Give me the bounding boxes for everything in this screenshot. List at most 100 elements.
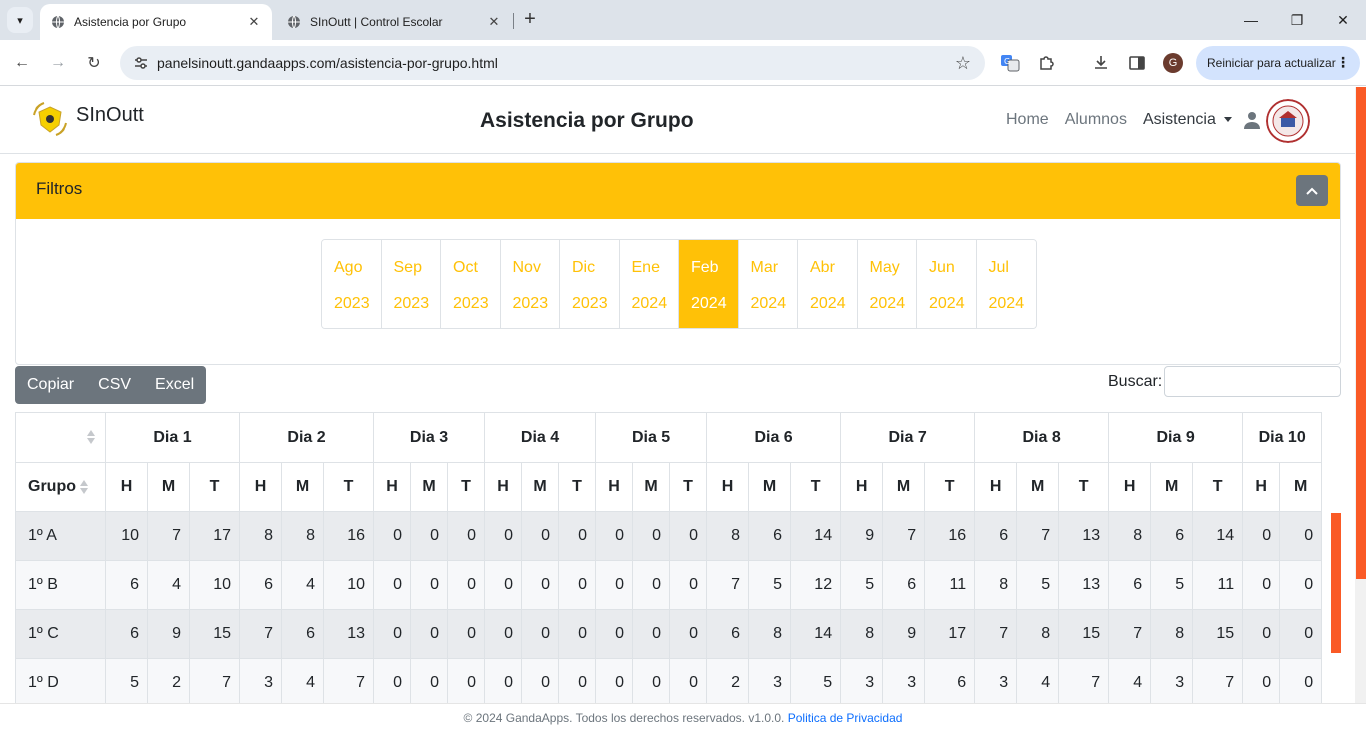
close-window-icon[interactable]: ✕: [1320, 0, 1366, 40]
value-cell: 6: [105, 609, 148, 659]
month-name: Sep: [393, 259, 422, 276]
value-cell: 9: [840, 511, 884, 561]
value-cell: 0: [595, 658, 634, 703]
value-cell: 0: [410, 658, 449, 703]
value-cell: 6: [924, 658, 976, 703]
sub-header: H: [373, 462, 412, 512]
minimize-icon[interactable]: —: [1228, 0, 1274, 40]
brand[interactable]: SInOutt: [30, 99, 144, 139]
value-cell: 0: [669, 658, 708, 703]
collapse-filters-button[interactable]: [1296, 175, 1328, 206]
download-icon[interactable]: [1090, 52, 1112, 74]
user-icon[interactable]: [1243, 111, 1261, 129]
value-cell: 0: [669, 511, 708, 561]
more-menu-icon[interactable]: ⋮: [1336, 54, 1350, 71]
value-cell: 3: [748, 658, 792, 703]
page-scrollbar-thumb[interactable]: [1356, 87, 1366, 579]
reload-icon[interactable]: ↻: [81, 50, 107, 76]
close-tab-icon[interactable]: ✕: [244, 12, 264, 32]
month-feb-2024[interactable]: Feb 2024: [679, 240, 739, 328]
school-seal-logo[interactable]: [1266, 99, 1310, 143]
month-year: 2024: [988, 295, 1025, 312]
nav-link-alumnos[interactable]: Alumnos: [1065, 111, 1127, 129]
search-input[interactable]: [1164, 366, 1341, 397]
close-tab-icon[interactable]: ✕: [484, 12, 504, 32]
value-cell: 13: [1058, 560, 1110, 610]
value-cell: 8: [1150, 609, 1194, 659]
value-cell: 8: [1016, 609, 1060, 659]
value-cell: 8: [974, 560, 1018, 610]
value-cell: 6: [706, 609, 750, 659]
month-name: Abr: [810, 259, 835, 276]
value-cell: 10: [323, 560, 375, 610]
month-name: Ene: [631, 259, 660, 276]
site-settings-icon[interactable]: [132, 54, 150, 72]
back-arrow-icon[interactable]: ←: [9, 50, 35, 76]
profile-avatar[interactable]: G: [1163, 53, 1183, 73]
header-blank[interactable]: [15, 412, 106, 463]
value-cell: 7: [974, 609, 1018, 659]
side-panel-icon[interactable]: [1126, 52, 1148, 74]
browser-tab-active[interactable]: Asistencia por Grupo ✕: [40, 4, 272, 40]
value-cell: 6: [105, 560, 148, 610]
csv-button[interactable]: CSV: [86, 376, 143, 394]
sub-header: H: [1108, 462, 1152, 512]
value-cell: 10: [188, 560, 241, 610]
value-cell: 15: [188, 609, 241, 659]
month-mar-2024[interactable]: Mar 2024: [738, 240, 798, 328]
nav-link-home[interactable]: Home: [1006, 111, 1049, 129]
globe-icon: [286, 14, 302, 30]
sub-header: M: [281, 462, 325, 512]
extensions-puzzle-icon[interactable]: [1036, 52, 1058, 74]
sub-header: M: [748, 462, 792, 512]
month-jun-2024[interactable]: Jun 2024: [917, 240, 977, 328]
month-abr-2024[interactable]: Abr 2024: [798, 240, 858, 328]
copy-button[interactable]: Copiar: [15, 376, 86, 394]
value-cell: 7: [1192, 658, 1244, 703]
month-jul-2024[interactable]: Jul 2024: [976, 240, 1036, 328]
search-label: Buscar:: [1108, 373, 1163, 390]
month-name: Ago: [334, 259, 363, 276]
sub-header: H: [484, 462, 523, 512]
month-year: 2023: [334, 295, 370, 312]
privacy-policy-link[interactable]: Politica de Privacidad: [788, 711, 903, 725]
new-tab-plus-icon[interactable]: +: [520, 9, 540, 30]
month-year: 2024: [810, 295, 846, 312]
value-cell: 4: [281, 658, 325, 703]
month-year: 2023: [393, 295, 430, 312]
month-oct-2023[interactable]: Oct 2023: [441, 240, 501, 328]
value-cell: 0: [632, 511, 671, 561]
value-cell: 0: [484, 609, 523, 659]
day-header: Dia 1: [104, 412, 241, 463]
table-scrollbar[interactable]: [1331, 513, 1341, 653]
forward-arrow-icon[interactable]: →: [45, 50, 71, 76]
value-cell: 0: [521, 609, 560, 659]
tab-search-chevron-icon[interactable]: ▾: [7, 7, 33, 33]
translate-icon[interactable]: G: [999, 52, 1021, 74]
update-button[interactable]: Reiniciar para actualizar ⋮: [1196, 46, 1360, 80]
bookmark-star-icon[interactable]: ☆: [955, 53, 971, 74]
month-name: Mar: [750, 259, 779, 276]
value-cell: 0: [521, 511, 560, 561]
nav-dropdown-asistencia[interactable]: Asistencia: [1143, 111, 1232, 129]
value-cell: 0: [595, 560, 634, 610]
month-may-2024[interactable]: May 2024: [857, 240, 917, 328]
day-header: Dia 2: [239, 412, 375, 463]
value-cell: 0: [1279, 511, 1323, 561]
address-bar[interactable]: panelsinoutt.gandaapps.com/asistencia-po…: [120, 46, 985, 80]
sub-header: H: [239, 462, 283, 512]
tab-title: SInOutt | Control Escolar: [310, 15, 443, 29]
month-dic-2023[interactable]: Dic 2023: [560, 240, 620, 328]
value-cell: 0: [558, 511, 597, 561]
month-name: Dic: [572, 259, 596, 276]
attendance-table-wrapper[interactable]: Dia 1 Dia 2 Dia 3 Dia 4 Dia 5 Dia 6 Dia 7 Dia 8…: [15, 412, 1341, 703]
browser-tab-inactive[interactable]: SInOutt | Control Escolar ✕: [276, 4, 512, 40]
month-ago-2023[interactable]: Ago 2023: [322, 240, 382, 328]
month-ene-2024[interactable]: Ene 2024: [619, 240, 679, 328]
month-sep-2023[interactable]: Sep 2023: [381, 240, 441, 328]
excel-button[interactable]: Excel: [143, 376, 206, 394]
value-cell: 15: [1192, 609, 1244, 659]
month-nov-2023[interactable]: Nov 2023: [500, 240, 560, 328]
restore-icon[interactable]: ❐: [1274, 0, 1320, 40]
group-column-header[interactable]: Grupo: [15, 462, 106, 512]
